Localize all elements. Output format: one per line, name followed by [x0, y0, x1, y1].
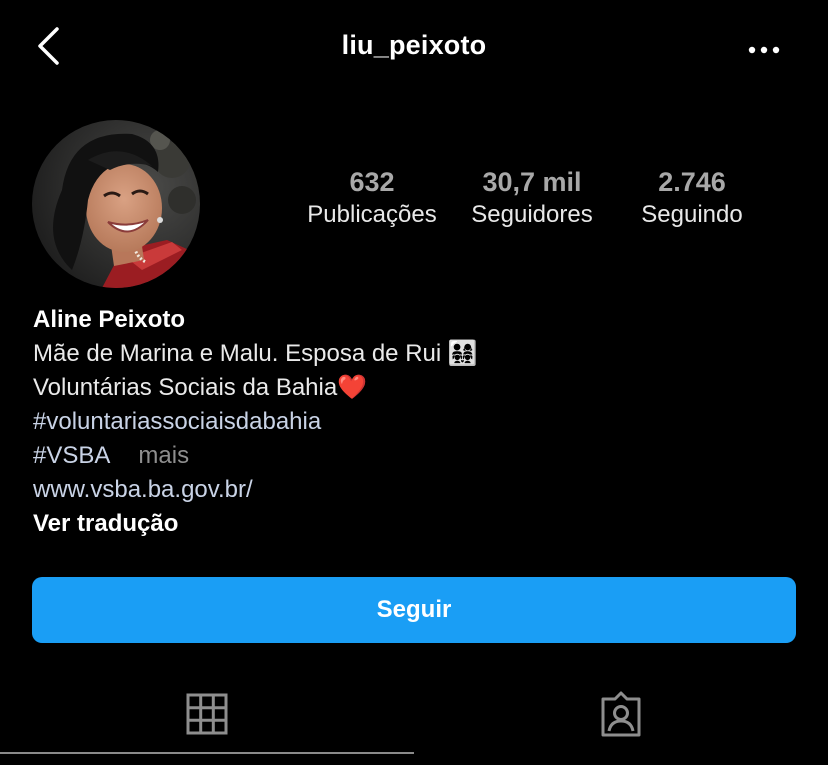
- more-options-button[interactable]: [740, 30, 788, 70]
- website-link[interactable]: www.vsba.ba.gov.br/: [33, 476, 253, 503]
- profile-username-title: liu_peixoto: [341, 30, 487, 60]
- bio-line-organization: Voluntárias Sociais da Bahia❤️: [33, 374, 368, 401]
- stat-followers[interactable]: 30,7 mil Seguidores: [452, 165, 612, 231]
- stat-posts-value: 632: [349, 167, 395, 197]
- hashtag-link[interactable]: #voluntariassociaisdabahia: [33, 408, 321, 435]
- tab-posts-grid[interactable]: [0, 684, 414, 744]
- see-translation-link[interactable]: Ver tradução: [33, 510, 178, 537]
- stat-following-value: 2.746: [658, 167, 726, 197]
- profile-bio: Aline Peixoto Mãe de Marina e Malu. Espo…: [33, 303, 793, 541]
- stat-followers-label: Seguidores: [471, 201, 593, 228]
- profile-display-name: Aline Peixoto: [33, 306, 186, 333]
- more-horizontal-icon: [748, 46, 780, 54]
- stat-posts[interactable]: 632 Publicações: [292, 165, 452, 231]
- tagged-person-icon: [601, 691, 641, 737]
- bio-line-family: Mãe de Marina e Malu. Esposa de Rui 👨‍👩‍…: [33, 340, 478, 367]
- stat-following[interactable]: 2.746 Seguindo: [612, 165, 772, 231]
- stat-followers-value: 30,7 mil: [482, 167, 582, 197]
- stat-posts-label: Publicações: [307, 201, 437, 228]
- follow-button[interactable]: Seguir: [32, 577, 796, 643]
- active-tab-indicator: [0, 752, 414, 754]
- avatar[interactable]: [32, 120, 200, 288]
- grid-icon: [186, 693, 228, 735]
- profile-photo: [32, 120, 200, 288]
- stat-following-label: Seguindo: [641, 201, 743, 228]
- bio-more-link[interactable]: mais: [138, 442, 189, 469]
- hashtag-link[interactable]: #VSBA: [33, 442, 110, 469]
- tab-tagged[interactable]: [414, 684, 828, 744]
